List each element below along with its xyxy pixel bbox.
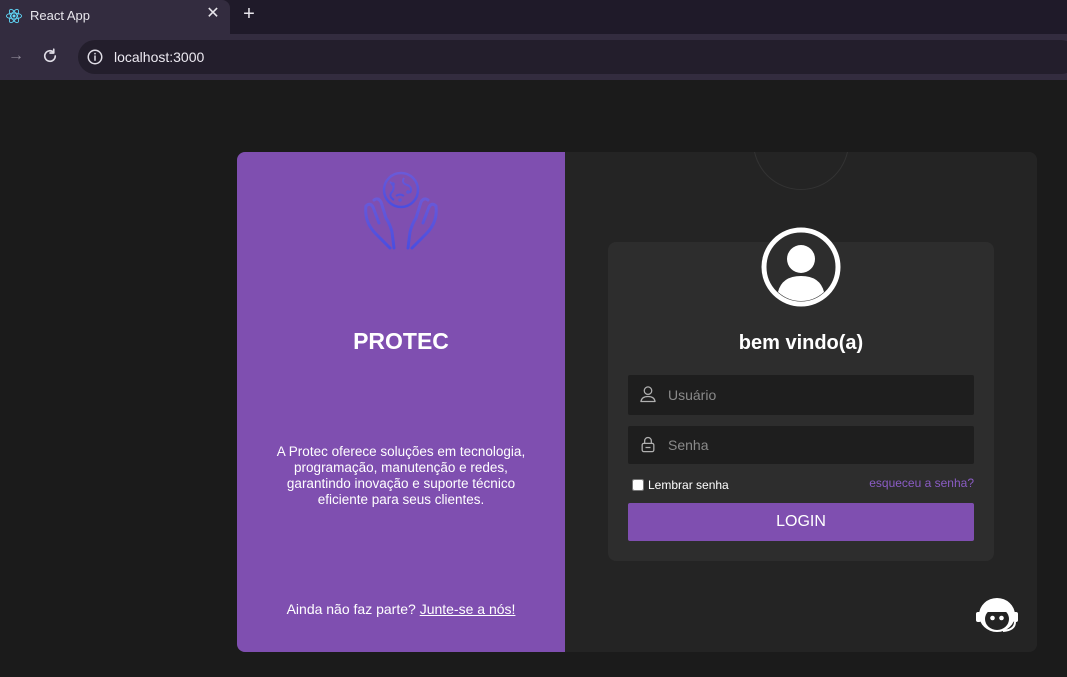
url-input[interactable]: localhost:3000	[78, 40, 1067, 74]
login-card: PROTEC A Protec oferece soluções em tecn…	[237, 152, 1037, 652]
login-panel: bem vindo(a) Lembrar senha	[565, 152, 1037, 652]
support-agent-icon[interactable]	[975, 595, 1019, 635]
url-text: localhost:3000	[114, 49, 205, 65]
user-icon	[640, 386, 656, 403]
username-field	[628, 375, 974, 415]
login-form: bem vindo(a) Lembrar senha	[608, 227, 994, 561]
react-icon	[6, 8, 22, 24]
username-input[interactable]	[668, 375, 964, 415]
join-link[interactable]: Junte-se a nós!	[420, 601, 516, 617]
login-button[interactable]: LOGIN	[628, 503, 974, 541]
brand-title: PROTEC	[353, 328, 449, 354]
browser-tab[interactable]: React App ✕	[0, 0, 230, 34]
remember-checkbox[interactable]	[632, 479, 644, 491]
address-bar: → localhost:3000	[0, 34, 1067, 80]
decorative-notch	[753, 152, 849, 190]
reload-icon[interactable]	[41, 47, 59, 65]
hands-globe-logo-icon	[364, 171, 438, 250]
join-prefix: Ainda não faz parte?	[286, 601, 416, 617]
tab-close-icon[interactable]: ✕	[205, 5, 221, 23]
user-avatar-icon	[761, 227, 841, 307]
remember-label: Lembrar senha	[648, 478, 729, 492]
brand-panel: PROTEC A Protec oferece soluções em tecn…	[237, 152, 565, 652]
password-input[interactable]	[668, 426, 964, 464]
brand-description: A Protec oferece soluções em tecnologia,…	[276, 444, 526, 507]
site-info-icon[interactable]	[86, 48, 104, 66]
lock-icon	[641, 436, 655, 453]
join-text: Ainda não faz parte? Junte-se a nós!	[237, 601, 565, 617]
browser-tabbar: React App ✕ +	[0, 0, 1067, 34]
welcome-title: bem vindo(a)	[738, 332, 864, 354]
remember-password[interactable]: Lembrar senha	[632, 478, 729, 492]
password-field	[628, 426, 974, 464]
new-tab-button[interactable]: +	[240, 4, 258, 26]
forward-icon[interactable]: →	[6, 46, 26, 66]
forgot-password-link[interactable]: esqueceu a senha?	[869, 476, 974, 490]
tab-title: React App	[30, 8, 90, 23]
